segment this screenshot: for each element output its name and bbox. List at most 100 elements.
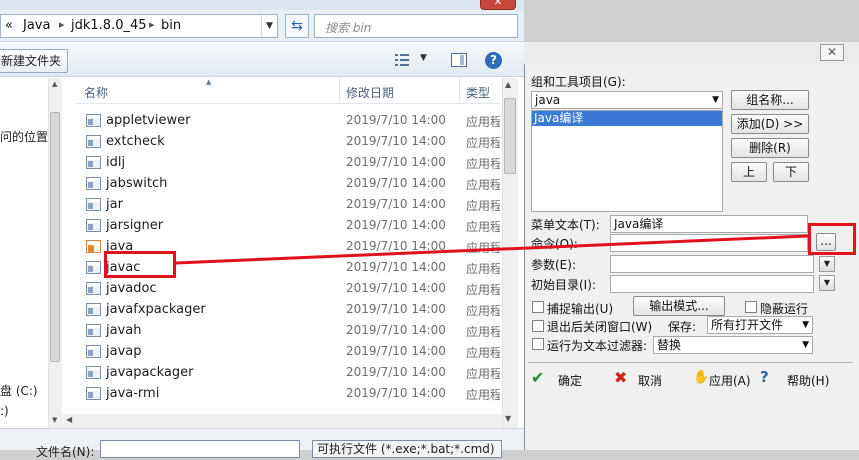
- capture-output-checkbox[interactable]: [532, 301, 544, 313]
- file-date: 2019/7/10 14:00: [346, 155, 446, 169]
- file-icon: [86, 303, 101, 316]
- annotation-box-javac: [104, 251, 176, 278]
- scroll-down-icon[interactable]: ▼: [505, 414, 511, 423]
- delete-button[interactable]: 删除(R): [731, 138, 809, 158]
- file-row[interactable]: jabswitch 2019/7/10 14:00 应用程: [80, 174, 500, 195]
- group-dropdown-icon[interactable]: ▼: [712, 92, 719, 108]
- initdir-input[interactable]: [610, 275, 814, 293]
- column-type-header[interactable]: 类型: [466, 84, 490, 101]
- file-icon: [86, 198, 101, 211]
- file-date: 2019/7/10 14:00: [346, 113, 446, 127]
- file-row[interactable]: appletviewer 2019/7/10 14:00 应用程: [80, 111, 500, 132]
- save-dropdown-icon[interactable]: ▼: [802, 317, 809, 333]
- cancel-button[interactable]: ✖ 取消: [614, 368, 684, 390]
- text-filter-checkbox[interactable]: [532, 338, 544, 350]
- file-icon: [86, 177, 101, 190]
- help-icon[interactable]: ?: [485, 52, 502, 69]
- column-divider[interactable]: [339, 78, 340, 102]
- save-select-value: 所有打开文件: [711, 318, 784, 332]
- file-type: 应用程: [466, 262, 500, 276]
- file-type: 应用程: [466, 136, 500, 150]
- file-row[interactable]: javapackager 2019/7/10 14:00 应用程: [80, 363, 500, 384]
- group-name-button[interactable]: 组名称...: [731, 90, 809, 110]
- breadcrumb-java[interactable]: Java: [23, 18, 50, 33]
- dialog-close-button[interactable]: ✕: [820, 44, 844, 61]
- breadcrumb-bin[interactable]: bin: [161, 18, 181, 33]
- cancel-label: 取消: [638, 374, 663, 388]
- move-down-button[interactable]: 下: [773, 162, 809, 182]
- menu-text-input[interactable]: Java编译: [610, 215, 808, 233]
- view-dropdown-icon[interactable]: ▼: [420, 53, 427, 63]
- address-dropdown-icon[interactable]: ▼: [261, 15, 277, 37]
- file-type: 应用程: [466, 241, 500, 255]
- file-row[interactable]: javap 2019/7/10 14:00 应用程: [80, 342, 500, 363]
- file-icon: [86, 219, 101, 232]
- ok-button[interactable]: ✔ 确定: [531, 368, 591, 390]
- close-after-checkbox[interactable]: [532, 320, 544, 332]
- initdir-dropdown-icon[interactable]: ▼: [819, 275, 835, 291]
- capture-output-label: 捕捉输出(U): [547, 302, 614, 316]
- scroll-left-icon[interactable]: ◀: [66, 415, 72, 424]
- tool-list-item[interactable]: Java编译: [532, 111, 722, 126]
- apply-button[interactable]: ✋ 应用(A): [693, 368, 751, 390]
- save-select[interactable]: 所有打开文件 ▼: [707, 316, 813, 334]
- nav-scroll-down-icon[interactable]: ▼: [52, 416, 57, 424]
- sort-ascending-icon: ▲: [206, 78, 212, 86]
- command-input[interactable]: [610, 234, 808, 252]
- output-mode-button[interactable]: 输出模式...: [633, 296, 725, 316]
- horizontal-scrollbar[interactable]: [62, 414, 502, 428]
- column-date-header[interactable]: 修改日期: [346, 84, 394, 101]
- move-up-button[interactable]: 上: [731, 162, 767, 182]
- file-list-scroll-thumb[interactable]: [504, 98, 516, 174]
- file-name: jabswitch: [106, 176, 168, 191]
- breadcrumb-separator-icon[interactable]: ▸: [149, 18, 155, 31]
- file-icon: [86, 282, 101, 295]
- args-input[interactable]: [610, 255, 814, 273]
- address-bar[interactable]: « Java ▸ jdk1.8.0_45 ▸ bin ▼: [0, 14, 278, 38]
- nav-item-drive[interactable]: :): [0, 404, 9, 418]
- initdir-label: 初始目录(I):: [531, 278, 596, 292]
- hide-run-checkbox[interactable]: [745, 301, 757, 313]
- file-row[interactable]: jarsigner 2019/7/10 14:00 应用程: [80, 216, 500, 237]
- search-input[interactable]: 搜索 bin: [314, 14, 518, 38]
- filter-select[interactable]: 替换 ▼: [653, 336, 813, 354]
- column-divider[interactable]: [459, 78, 460, 102]
- file-date: 2019/7/10 14:00: [346, 323, 446, 337]
- nav-item-drive-c[interactable]: 盘 (C:): [0, 382, 38, 399]
- scroll-up-icon[interactable]: ▲: [505, 80, 511, 89]
- nav-item-location[interactable]: 问的位置: [0, 128, 48, 145]
- file-icon: [86, 261, 101, 274]
- filter-dropdown-icon[interactable]: ▼: [802, 337, 809, 353]
- file-row[interactable]: jar 2019/7/10 14:00 应用程: [80, 195, 500, 216]
- nav-scroll-up-icon[interactable]: ▲: [52, 80, 57, 88]
- filename-input[interactable]: [100, 440, 300, 458]
- file-icon: [86, 240, 101, 253]
- window-close-button[interactable]: ✕: [480, 0, 516, 10]
- nav-scroll-thumb[interactable]: [50, 112, 60, 362]
- filetype-select[interactable]: 可执行文件 (*.exe;*.bat;*.cmd): [312, 440, 502, 458]
- cross-icon: ✖: [614, 368, 628, 387]
- help-button[interactable]: ? 帮助(H): [760, 368, 830, 390]
- file-icon: [86, 345, 101, 358]
- breadcrumb-separator-icon[interactable]: ▸: [59, 18, 65, 31]
- args-dropdown-icon[interactable]: ▼: [819, 256, 835, 272]
- refresh-icon[interactable]: ⇆: [285, 14, 309, 38]
- file-icon: [86, 387, 101, 400]
- file-icon: [86, 366, 101, 379]
- file-row[interactable]: javah 2019/7/10 14:00 应用程: [80, 321, 500, 342]
- add-button[interactable]: 添加(D) >>: [731, 114, 809, 134]
- preview-pane-icon[interactable]: [451, 53, 467, 67]
- breadcrumb-overflow[interactable]: «: [5, 18, 13, 33]
- view-options-icon[interactable]: [395, 54, 409, 66]
- column-name-header[interactable]: 名称: [84, 84, 108, 101]
- file-type: 应用程: [466, 367, 500, 381]
- file-row[interactable]: extcheck 2019/7/10 14:00 应用程: [80, 132, 500, 153]
- file-row[interactable]: javadoc 2019/7/10 14:00 应用程: [80, 279, 500, 300]
- file-type: 应用程: [466, 220, 500, 234]
- group-select[interactable]: java ▼: [531, 91, 723, 109]
- file-row[interactable]: javafxpackager 2019/7/10 14:00 应用程: [80, 300, 500, 321]
- new-folder-button[interactable]: 新建文件夹: [0, 49, 68, 73]
- file-row[interactable]: java-rmi 2019/7/10 14:00 应用程: [80, 384, 500, 405]
- file-row[interactable]: idlj 2019/7/10 14:00 应用程: [80, 153, 500, 174]
- breadcrumb-jdk[interactable]: jdk1.8.0_45: [71, 18, 147, 33]
